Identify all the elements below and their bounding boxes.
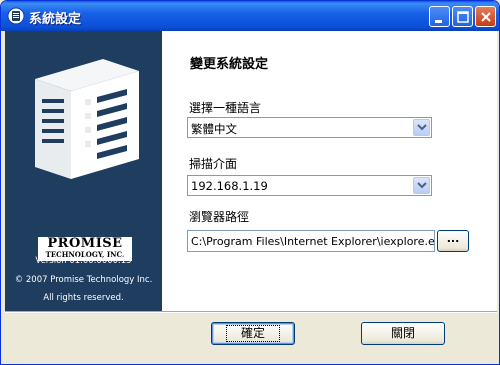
close-window-button[interactable]	[475, 6, 496, 27]
settings-window: 系統設定 PROMISE TECHNOLOGY, INC. Version 01…	[0, 0, 500, 365]
language-label: 選擇一種語言	[189, 101, 262, 115]
app-icon	[7, 7, 25, 25]
language-dropdown-button[interactable]	[413, 119, 430, 136]
maximize-button[interactable]	[452, 6, 473, 27]
language-select[interactable]: 繁體中文	[187, 117, 432, 138]
copyright-text: © 2007 Promise Technology Inc.	[14, 275, 153, 285]
window-title: 系統設定	[29, 12, 82, 27]
ok-button[interactable]: 確定	[211, 322, 295, 345]
footer-divider	[5, 311, 497, 313]
language-select-value: 繁體中文	[191, 122, 237, 136]
browse-button[interactable]: ...	[437, 230, 469, 252]
scan-interface-value: 192.168.1.19	[191, 179, 268, 193]
minimize-button[interactable]	[429, 6, 450, 27]
settings-heading: 變更系統設定	[190, 57, 269, 72]
browser-path-label: 瀏覽器路徑	[189, 210, 250, 224]
chevron-down-icon	[417, 124, 427, 131]
scan-interface-select[interactable]: 192.168.1.19	[187, 175, 432, 196]
title-bar[interactable]: 系統設定	[1, 1, 499, 31]
version-text: Version 01.00.0000.15	[35, 256, 132, 266]
browser-path-input[interactable]: C:\Program Files\Internet Explorer\iexpl…	[187, 230, 435, 252]
ok-button-label: 確定	[225, 325, 280, 342]
close-button[interactable]: 關閉	[361, 322, 445, 345]
server-icon	[35, 59, 139, 179]
sidebar-panel: PROMISE TECHNOLOGY, INC. Version 01.00.0…	[5, 31, 162, 311]
scan-dropdown-button[interactable]	[413, 177, 430, 194]
chevron-down-icon	[417, 182, 427, 189]
settings-content: 變更系統設定 選擇一種語言 繁體中文 掃描介面 192.168.1.19 瀏覽器…	[162, 31, 497, 311]
rights-text: All rights reserved.	[43, 293, 124, 303]
scan-interface-label: 掃描介面	[189, 157, 238, 171]
